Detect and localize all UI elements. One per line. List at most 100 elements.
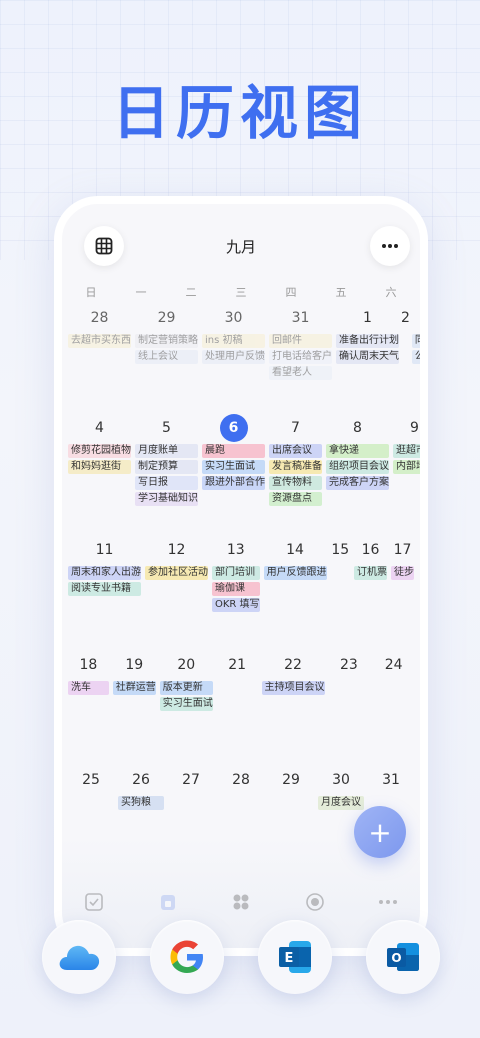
day-cell[interactable]: 31 回邮件 打电话给客户 看望老人: [267, 302, 334, 417]
event-chip[interactable]: 线上会议: [135, 350, 198, 364]
event-chip[interactable]: 打电话给客户: [269, 350, 332, 364]
day-cell[interactable]: 23: [327, 649, 372, 764]
event-chip[interactable]: 版本更新: [159, 681, 213, 695]
day-cell[interactable]: 30 ins 初稿 处理用户反馈: [200, 302, 267, 417]
event-chip[interactable]: 资源盘点: [269, 492, 322, 506]
event-chip[interactable]: 主持项目会议: [261, 681, 325, 695]
day-cell[interactable]: 15: [329, 534, 352, 649]
day-cell[interactable]: 7 出席会议 发言稿准备 宣传物料 资源盘点: [267, 412, 324, 527]
event-chip[interactable]: 完成客户方案: [326, 476, 389, 490]
event-chip[interactable]: 阅读专业书籍: [68, 582, 141, 596]
event-chip[interactable]: 社群运营: [112, 681, 156, 695]
day-cell[interactable]: 1 准备出行计划 确认周末天气: [334, 302, 401, 417]
day-cell[interactable]: 5 月度账单 制定预算 写日报 学习基础知识: [133, 412, 200, 527]
tab-calendar[interactable]: [156, 890, 180, 914]
event-chip[interactable]: 学习基础知识: [135, 492, 198, 506]
event-chip[interactable]: 用户反馈跟进: [263, 566, 327, 580]
day-cell[interactable]: 6 晨跑 实习生面试 跟进外部合作: [200, 412, 267, 527]
day-number: 19: [125, 657, 144, 673]
day-cell[interactable]: 29 制定营销策略 线上会议: [133, 302, 200, 417]
event-chip[interactable]: 拿快递: [326, 444, 389, 458]
event-chip[interactable]: 订机票: [354, 566, 387, 580]
event-chip[interactable]: 逛超市: [393, 444, 420, 458]
day-number: 30: [224, 310, 243, 326]
day-cell[interactable]: 9 逛超市内部培训: [391, 412, 420, 527]
tab-more[interactable]: [376, 890, 400, 914]
day-cell[interactable]: 17 徒步: [389, 534, 416, 649]
day-number: 20: [177, 657, 196, 673]
event-chip[interactable]: 公司运动会: [411, 350, 420, 364]
day-cell[interactable]: 22 主持项目会议: [260, 649, 327, 764]
weekday-label: 一: [135, 286, 147, 299]
event-chip[interactable]: 制定营销策略: [135, 334, 198, 348]
month-title[interactable]: 九月: [62, 236, 420, 257]
event-chip[interactable]: ins 初稿: [202, 334, 265, 348]
event-chip[interactable]: 部门培训: [212, 566, 260, 580]
event-chip[interactable]: 处理用户反馈: [202, 350, 265, 364]
day-cell[interactable]: 14 用户反馈跟进: [262, 534, 329, 649]
event-chip[interactable]: 月度账单: [135, 444, 198, 458]
icloud-button[interactable]: [42, 920, 116, 994]
day-cell[interactable]: 24: [371, 649, 416, 764]
event-chip[interactable]: 去超市买东西: [68, 334, 131, 348]
day-cell[interactable]: 12 参加社区活动: [143, 534, 210, 649]
day-cell[interactable]: 18 洗车: [66, 649, 111, 764]
event-chip[interactable]: 参加社区活动: [145, 566, 208, 580]
event-chip[interactable]: 周末和家人出游: [68, 566, 141, 580]
event-chip[interactable]: 看望老人: [269, 366, 332, 380]
event-chip[interactable]: 修剪花园植物: [68, 444, 131, 458]
day-cell[interactable]: 3 同学聚会公司运动会: [410, 302, 420, 417]
google-button[interactable]: [150, 920, 224, 994]
day-number: 13: [226, 542, 245, 558]
event-chip[interactable]: 确认周末天气: [336, 350, 399, 364]
event-chip[interactable]: 组织项目会议: [326, 460, 389, 474]
weekday-label: 二: [185, 286, 197, 299]
event-chip[interactable]: 写日报: [135, 476, 198, 490]
event-chip[interactable]: 出席会议: [269, 444, 322, 458]
outlook-button[interactable]: O: [366, 920, 440, 994]
tab-tasks[interactable]: [82, 890, 106, 914]
svg-text:E: E: [285, 951, 294, 966]
day-cell[interactable]: 28 去超市买东西: [66, 302, 133, 417]
event-chip[interactable]: 同学聚会: [411, 334, 420, 348]
weekday-label: 三: [235, 286, 247, 299]
event-chip[interactable]: 制定预算: [135, 460, 198, 474]
exchange-button[interactable]: E: [258, 920, 332, 994]
day-cell[interactable]: 8 拿快递组织项目会议 完成客户方案: [324, 412, 391, 527]
day-cell[interactable]: 20 版本更新实习生面试: [158, 649, 215, 764]
tab-focus[interactable]: [303, 890, 327, 914]
day-cell[interactable]: 16 订机票: [352, 534, 389, 649]
event-chip[interactable]: 瑜伽课: [212, 582, 260, 596]
day-number: 18: [79, 657, 98, 673]
event-chip[interactable]: 准备出行计划: [336, 334, 399, 348]
day-cell[interactable]: 13 部门培训瑜伽课 OKR 填写: [210, 534, 262, 649]
day-cell[interactable]: 11 周末和家人出游 阅读专业书籍: [66, 534, 143, 649]
day-cell[interactable]: 2: [401, 302, 410, 417]
calendar-icon: [160, 895, 175, 910]
event-chip[interactable]: 宣传物料: [269, 476, 322, 490]
event-chip[interactable]: 跟进外部合作: [202, 476, 265, 490]
event-chip[interactable]: OKR 填写: [212, 598, 260, 612]
day-cell[interactable]: 4 修剪花园植物 和妈妈逛街: [66, 412, 133, 527]
more-button[interactable]: [370, 226, 410, 266]
event-chip[interactable]: 月度会议: [318, 796, 364, 810]
day-number: 9: [410, 420, 419, 436]
event-chip[interactable]: 内部培训: [393, 460, 420, 474]
day-cell[interactable]: 21: [215, 649, 260, 764]
event-chip[interactable]: 实习生面试: [159, 697, 213, 711]
event-chip[interactable]: 洗车: [68, 681, 109, 695]
event-chip[interactable]: 发言稿准备: [269, 460, 322, 474]
tab-bar: [82, 890, 400, 914]
event-chip[interactable]: 徒步: [391, 566, 414, 580]
day-number: 8: [353, 420, 362, 436]
event-chip[interactable]: 和妈妈逛街: [68, 460, 131, 474]
more-icon: [379, 900, 397, 904]
apps-icon: [233, 894, 249, 910]
event-chip[interactable]: 实习生面试: [202, 460, 265, 474]
event-chip[interactable]: 买狗粮: [118, 796, 164, 810]
event-chip[interactable]: 晨跑: [202, 444, 265, 458]
add-event-button[interactable]: +: [354, 806, 406, 858]
day-cell[interactable]: 19 社群运营: [111, 649, 158, 764]
event-chip[interactable]: 回邮件: [269, 334, 332, 348]
tab-apps[interactable]: [229, 890, 253, 914]
